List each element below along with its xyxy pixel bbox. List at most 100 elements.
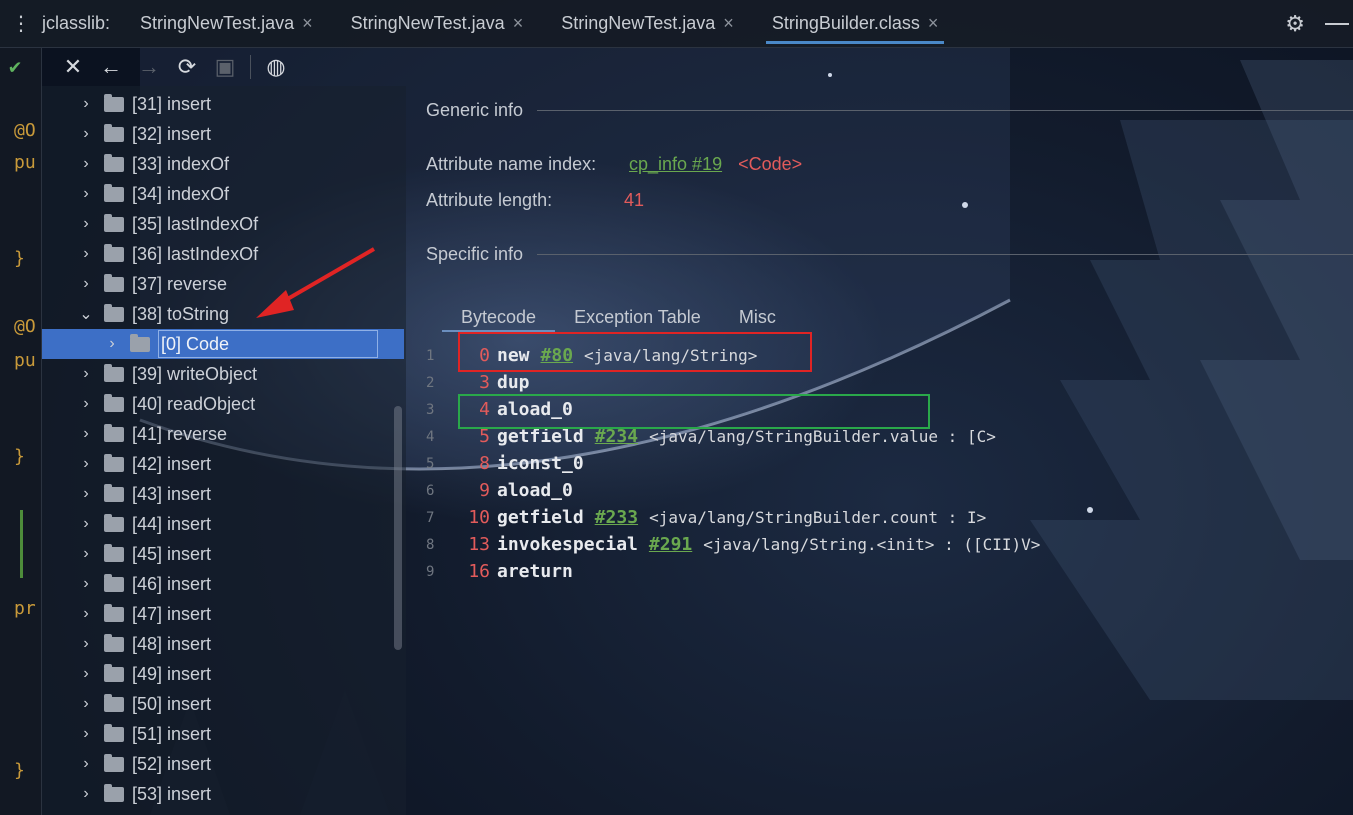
chevron-right-icon[interactable]: › [78, 125, 94, 143]
chevron-right-icon[interactable]: › [78, 545, 94, 563]
tab-stringnewtest-1[interactable]: StringNewTest.java × [134, 0, 319, 48]
opcode: areturn [497, 561, 573, 582]
gear-icon[interactable]: ⚙ [1285, 11, 1305, 37]
tab-label: StringNewTest.java [350, 13, 505, 33]
tree-item[interactable]: › [51] insert [42, 719, 404, 749]
tree-item[interactable]: › [34] indexOf [42, 179, 404, 209]
save-icon[interactable]: ▣ [206, 51, 244, 83]
annotation-box-red [458, 332, 812, 372]
tab-stringnewtest-2[interactable]: StringNewTest.java × [345, 0, 530, 48]
chevron-right-icon[interactable]: › [78, 605, 94, 623]
folder-icon [104, 753, 124, 772]
chevron-right-icon[interactable]: › [78, 275, 94, 293]
chevron-right-icon[interactable]: › [78, 725, 94, 743]
tree-item[interactable]: › [48] insert [42, 629, 404, 659]
tab-misc[interactable]: Misc [720, 306, 795, 332]
tab-bytecode[interactable]: Bytecode [442, 306, 556, 332]
chevron-right-icon[interactable]: › [78, 695, 94, 713]
chevron-right-icon[interactable]: › [78, 395, 94, 413]
tree-item-label: [42] insert [132, 453, 212, 474]
chevron-right-icon[interactable]: › [78, 755, 94, 773]
chevron-right-icon[interactable]: › [78, 665, 94, 683]
close-tab-icon[interactable]: × [723, 13, 734, 34]
tree-item[interactable]: › [32] insert [42, 119, 404, 149]
generic-info-header: Generic info [426, 100, 1353, 121]
chevron-right-icon[interactable]: › [104, 335, 120, 353]
opcode: dup [497, 372, 530, 393]
tree-item[interactable]: › [35] lastIndexOf [42, 209, 404, 239]
chevron-right-icon[interactable]: › [78, 155, 94, 173]
bytecode-listing: 1 0 new #80 <java/lang/String> 2 3 dup 3 4 aload… [426, 342, 1353, 585]
more-options-icon[interactable]: ⋮ [0, 11, 42, 36]
constant-pool-link[interactable]: #233 [595, 507, 638, 528]
tab-stringbuilder-class[interactable]: StringBuilder.class × [765, 0, 945, 48]
bytecode-offset: 10 [468, 507, 490, 528]
chevron-right-icon[interactable]: › [78, 245, 94, 263]
tree-item[interactable]: › [41] reverse [42, 419, 404, 449]
chevron-right-icon[interactable]: › [78, 455, 94, 473]
tree-item-label: [43] insert [132, 483, 212, 504]
line-number: 3 [426, 401, 435, 418]
tree-item[interactable]: › [52] insert [42, 749, 404, 779]
tree-item[interactable]: › [44] insert [42, 509, 404, 539]
folder-icon [130, 333, 150, 352]
close-tab-icon[interactable]: × [928, 13, 939, 34]
tab-exception-table[interactable]: Exception Table [555, 306, 720, 332]
folder-icon [104, 123, 124, 142]
bytecode-line: 2 3 dup [426, 369, 1353, 396]
cp-info-link[interactable]: cp_info #19 [629, 154, 722, 175]
tree-scrollbar[interactable] [394, 406, 402, 650]
chevron-right-icon[interactable]: › [78, 95, 94, 113]
chevron-right-icon[interactable]: › [78, 485, 94, 503]
chevron-right-icon[interactable]: › [78, 215, 94, 233]
tree-item-label: [36] lastIndexOf [132, 243, 259, 264]
tree-item[interactable]: › [33] indexOf [42, 149, 404, 179]
tree-item[interactable]: › [43] insert [42, 479, 404, 509]
close-tab-icon[interactable]: × [513, 13, 524, 34]
folder-icon [104, 783, 124, 802]
chevron-down-icon[interactable]: ⌄ [78, 304, 94, 324]
constant-pool-link[interactable]: #291 [649, 534, 692, 555]
chevron-right-icon[interactable]: › [78, 785, 94, 803]
chevron-right-icon[interactable]: › [78, 425, 94, 443]
tree-item[interactable]: › [50] insert [42, 689, 404, 719]
bytecode-offset: 8 [479, 453, 490, 474]
tree-item[interactable]: › [46] insert [42, 569, 404, 599]
folder-icon [104, 303, 124, 322]
tree-item[interactable]: › [47] insert [42, 599, 404, 629]
close-tab-icon[interactable]: × [302, 13, 313, 34]
close-icon[interactable]: ✕ [54, 51, 92, 83]
bytecode-line: 9 16 areturn [426, 558, 1353, 585]
toolbar-divider [250, 55, 251, 79]
back-icon[interactable]: ← [92, 51, 130, 83]
tab-stringnewtest-3[interactable]: StringNewTest.java × [555, 0, 740, 48]
attribute-length-row: Attribute length: 41 [426, 190, 644, 211]
constant-pool-link[interactable]: #234 [595, 426, 638, 447]
chevron-right-icon[interactable]: › [78, 185, 94, 203]
tree-item[interactable]: › [42] insert [42, 449, 404, 479]
tree-item-label: [33] indexOf [132, 153, 230, 174]
forward-icon[interactable]: → [130, 51, 168, 83]
tree-item-label: [50] insert [132, 693, 212, 714]
tree-item[interactable]: › [53] insert [42, 779, 404, 809]
folder-icon [104, 513, 124, 532]
tree-item[interactable]: › [49] insert [42, 659, 404, 689]
tree-item[interactable]: › [40] readObject [42, 389, 404, 419]
folder-icon [104, 573, 124, 592]
specific-info-tabs: Bytecode Exception Table Misc [442, 306, 795, 332]
tree-item-code-selected[interactable]: › [0] Code [42, 329, 404, 359]
chevron-right-icon[interactable]: › [78, 635, 94, 653]
chevron-right-icon[interactable]: › [78, 575, 94, 593]
tree-item[interactable]: › [45] insert [42, 539, 404, 569]
line-number: 4 [426, 428, 435, 445]
editor-tab-bar: ⋮ jclasslib: StringNewTest.java × String… [0, 0, 1353, 48]
chevron-right-icon[interactable]: › [78, 515, 94, 533]
bytecode-line: 8 13 invokespecial #291 <java/lang/String.<i… [426, 531, 1353, 558]
refresh-icon[interactable]: ⟳ [168, 51, 206, 83]
minimize-icon[interactable] [1325, 22, 1349, 25]
web-icon[interactable]: ◍ [257, 51, 295, 83]
chevron-right-icon[interactable]: › [78, 365, 94, 383]
tree-item[interactable]: › [31] insert [42, 89, 404, 119]
tree-item-label: [47] insert [132, 603, 212, 624]
tree-item[interactable]: › [39] writeObject [42, 359, 404, 389]
